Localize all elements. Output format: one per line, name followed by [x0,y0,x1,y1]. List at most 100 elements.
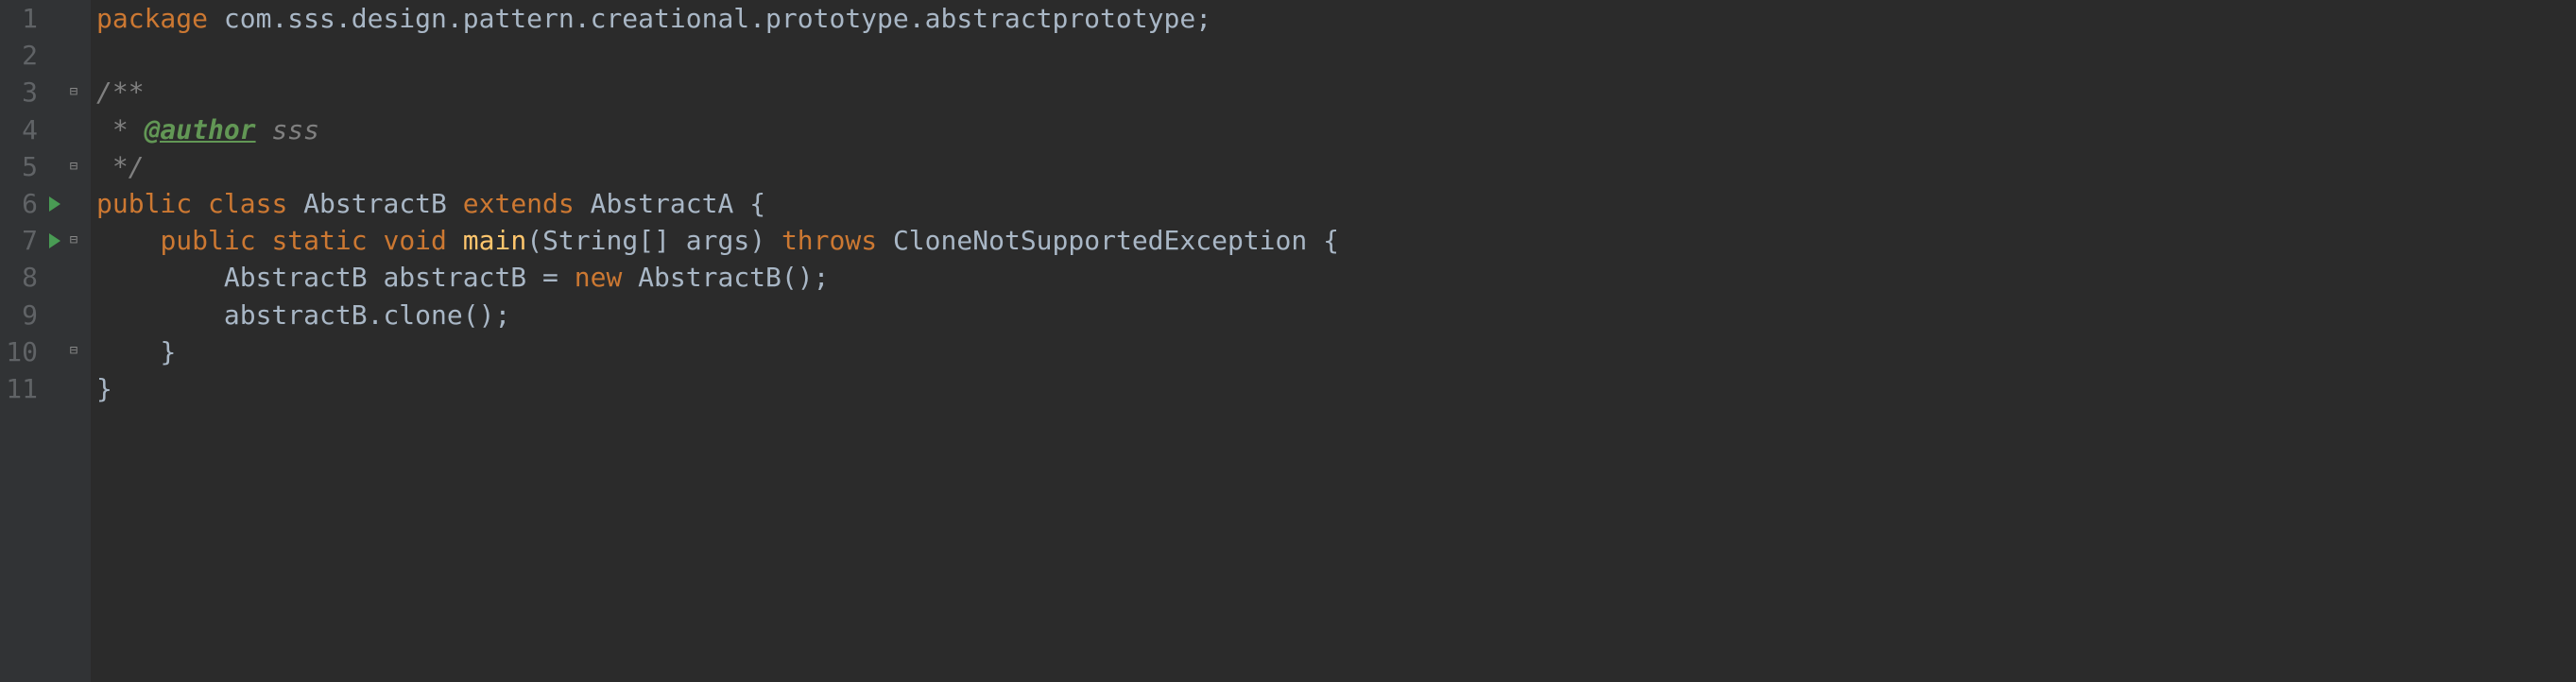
code-line-2 [96,37,2576,74]
line-number: 1 [0,0,45,37]
parens: () [781,259,814,296]
space [368,222,384,259]
fold-collapse-icon[interactable]: ⊟ [64,231,83,250]
lbrace: { [749,185,765,222]
keyword-new: new [575,259,623,296]
var-name: abstractB [383,259,526,296]
gutter-line: 3 ⊟ [0,74,91,111]
keyword-public: public [96,185,192,222]
space [447,222,463,259]
keyword-package: package [96,0,208,37]
run-gutter-icon[interactable] [45,233,64,248]
space [256,222,272,259]
space [287,185,303,222]
line-number: 7 [0,222,45,259]
lbrace: { [1323,222,1339,259]
line-number: 11 [0,370,45,407]
space [368,259,384,296]
space [575,185,591,222]
code-line-11: } [96,370,2576,407]
semicolon: ; [494,297,510,333]
indent [96,259,224,296]
code-area[interactable]: package com.sss.design.pattern.creationa… [91,0,2576,682]
run-gutter-icon[interactable] [45,196,64,212]
indent [96,222,160,259]
param-args: args [686,222,749,259]
code-line-9: abstractB.clone(); [96,297,2576,333]
keyword-throws: throws [781,222,877,259]
indent [96,297,224,333]
code-line-10: } [96,333,2576,370]
space [622,259,638,296]
space [877,222,893,259]
method-clone: clone [383,297,462,333]
code-line-8: AbstractB abstractB = new AbstractB(); [96,259,2576,296]
code-line-4: * @author sss [96,111,2576,148]
gutter-line: 2 [0,37,91,74]
method-main: main [463,222,526,259]
type-abstractb: AbstractB [224,259,368,296]
fold-end-icon[interactable]: ⊟ [64,158,83,177]
exception-type: CloneNotSupportedException [893,222,1307,259]
line-number: 3 [0,74,45,111]
doc-star: * [96,111,145,148]
code-line-3: /** [96,74,2576,111]
rbrace: } [96,370,112,407]
line-number: 8 [0,259,45,296]
space [192,185,208,222]
code-line-5: */ [96,148,2576,185]
keyword-public: public [160,222,255,259]
keyword-class: class [208,185,287,222]
doc-comment-end: */ [96,148,145,185]
dot: . [368,297,384,333]
gutter-line: 8 [0,259,91,296]
code-editor[interactable]: 1 2 3 ⊟ 4 5 ⊟ 6 [0,0,2576,682]
fold-end-icon[interactable]: ⊟ [64,342,83,361]
play-icon [49,233,60,248]
gutter-line: 1 [0,0,91,37]
space [765,222,781,259]
var-ref: abstractB [224,297,368,333]
class-name-b: AbstractB [303,185,447,222]
gutter-line: 6 [0,185,91,222]
fold-collapse-icon[interactable]: ⊟ [64,83,83,102]
space [733,185,749,222]
equals: = [526,259,575,296]
line-number: 5 [0,148,45,185]
package-path: com.sss.design.pattern.creational.protot… [208,0,1195,37]
line-number: 9 [0,297,45,333]
line-number: 10 [0,333,45,370]
line-number: 2 [0,37,45,74]
class-name-a: AbstractA [591,185,734,222]
parens: () [463,297,495,333]
gutter: 1 2 3 ⊟ 4 5 ⊟ 6 [0,0,91,682]
line-number: 6 [0,185,45,222]
rparen: ) [749,222,765,259]
space [1307,222,1323,259]
semicolon: ; [814,259,830,296]
indent [96,333,160,370]
play-icon [49,196,60,212]
semicolon: ; [1195,0,1211,37]
code-line-7: public static void main(String[] args) t… [96,222,2576,259]
doc-comment-start: /** [96,74,145,111]
type-stringarr: String[] [542,222,670,259]
gutter-line: 4 [0,111,91,148]
code-line-6: public class AbstractB extends AbstractA… [96,185,2576,222]
keyword-void: void [383,222,446,259]
lparen: ( [526,222,542,259]
ctor-abstractb: AbstractB [638,259,781,296]
doc-author-tag: @author [145,111,256,148]
rbrace: } [160,333,176,370]
code-line-1: package com.sss.design.pattern.creationa… [96,0,2576,37]
space [670,222,686,259]
gutter-line: 10 ⊟ [0,333,91,370]
gutter-line: 5 ⊟ [0,148,91,185]
keyword-extends: extends [463,185,575,222]
doc-author-value: sss [256,111,319,148]
space [447,185,463,222]
gutter-line: 11 [0,370,91,407]
gutter-line: 7 ⊟ [0,222,91,259]
gutter-line: 9 [0,297,91,333]
keyword-static: static [271,222,367,259]
